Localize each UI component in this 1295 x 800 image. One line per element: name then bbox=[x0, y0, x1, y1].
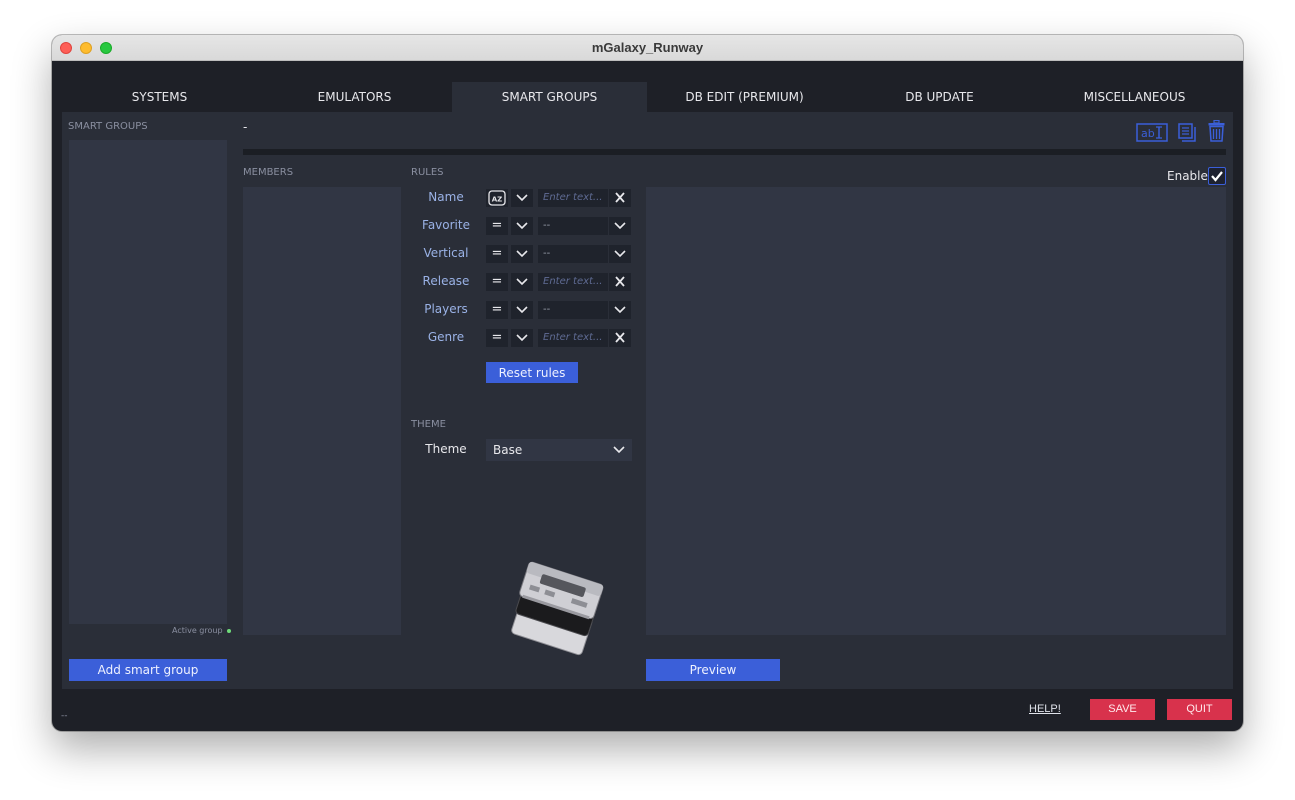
add-smart-group-button[interactable]: Add smart group bbox=[69, 659, 227, 681]
smart-groups-list[interactable] bbox=[69, 140, 227, 624]
group-name: - bbox=[243, 120, 248, 134]
tab-systems[interactable]: SYSTEMS bbox=[62, 82, 257, 112]
smart-groups-header: SMART GROUPS bbox=[68, 121, 148, 132]
chevron-down-icon[interactable] bbox=[511, 189, 533, 207]
chevron-down-icon[interactable] bbox=[511, 245, 533, 263]
rule-operator-release[interactable]: = bbox=[486, 273, 508, 291]
tab-miscellaneous[interactable]: MISCELLANEOUS bbox=[1037, 82, 1232, 112]
rule-operator-vertical[interactable]: = bbox=[486, 245, 508, 263]
rule-operator-genre[interactable]: = bbox=[486, 329, 508, 347]
rule-operator-players[interactable]: = bbox=[486, 301, 508, 319]
chevron-down-icon[interactable] bbox=[609, 217, 631, 235]
tab-db-edit[interactable]: DB EDIT (PREMIUM) bbox=[647, 82, 842, 112]
rule-value-name[interactable]: Enter text... bbox=[538, 189, 608, 207]
rename-icon[interactable]: ab bbox=[1136, 123, 1168, 142]
rule-az-operator[interactable]: AZ bbox=[486, 189, 508, 207]
rule-value-vertical[interactable]: -- bbox=[538, 245, 608, 263]
tab-smart-groups[interactable]: SMART GROUPS bbox=[452, 82, 647, 112]
tab-emulators[interactable]: EMULATORS bbox=[257, 82, 452, 112]
theme-label: Theme bbox=[425, 442, 467, 456]
main-tabs: SYSTEMS EMULATORS SMART GROUPS DB EDIT (… bbox=[62, 82, 1233, 112]
enable-checkbox[interactable] bbox=[1208, 167, 1226, 185]
status-text: -- bbox=[61, 711, 68, 721]
chevron-down-icon[interactable] bbox=[609, 301, 631, 319]
duplicate-icon[interactable] bbox=[1177, 122, 1197, 142]
title-bar: mGalaxy_Runway bbox=[52, 35, 1243, 61]
preview-panel bbox=[646, 187, 1226, 635]
chevron-down-icon[interactable] bbox=[511, 329, 533, 347]
trash-icon[interactable] bbox=[1208, 119, 1225, 142]
clear-icon[interactable] bbox=[609, 329, 631, 347]
reset-rules-button[interactable]: Reset rules bbox=[486, 362, 578, 383]
rule-label-release: Release bbox=[422, 274, 470, 288]
active-group-indicator: Active group bbox=[172, 626, 231, 635]
rule-label-vertical: Vertical bbox=[423, 246, 469, 260]
svg-text:ab: ab bbox=[1141, 127, 1155, 140]
clear-icon[interactable] bbox=[609, 273, 631, 291]
window-title: mGalaxy_Runway bbox=[591, 40, 704, 55]
chevron-down-icon bbox=[613, 446, 625, 454]
chevron-down-icon[interactable] bbox=[511, 273, 533, 291]
help-link[interactable]: HELP! bbox=[1029, 703, 1061, 715]
rule-value-players[interactable]: -- bbox=[538, 301, 608, 319]
rule-value-release[interactable]: Enter text... bbox=[538, 273, 608, 291]
members-header: MEMBERS bbox=[243, 167, 294, 178]
group-name-divider bbox=[243, 149, 1226, 155]
active-group-dot bbox=[226, 628, 231, 633]
chevron-down-icon[interactable] bbox=[609, 245, 631, 263]
chevron-down-icon[interactable] bbox=[511, 301, 533, 319]
clear-icon[interactable] bbox=[609, 189, 631, 207]
rule-label-players: Players bbox=[424, 302, 468, 316]
theme-value: Base bbox=[493, 443, 523, 457]
active-group-label: Active group bbox=[172, 626, 223, 635]
preview-button[interactable]: Preview bbox=[646, 659, 780, 681]
rules-header: RULES bbox=[411, 167, 444, 178]
enable-label: Enable bbox=[1167, 169, 1208, 183]
tab-db-update[interactable]: DB UPDATE bbox=[842, 82, 1037, 112]
console-icon bbox=[502, 550, 612, 660]
rule-value-genre[interactable]: Enter text... bbox=[538, 329, 608, 347]
rule-label-favorite: Favorite bbox=[422, 218, 470, 232]
members-list[interactable] bbox=[243, 187, 401, 635]
rule-value-favorite[interactable]: -- bbox=[538, 217, 608, 235]
smart-groups-page: SMART GROUPS Active group Add smart grou… bbox=[62, 112, 1233, 689]
rule-label-name: Name bbox=[428, 190, 464, 204]
app-window: mGalaxy_Runway SYSTEMS EMULATORS SMART G… bbox=[52, 35, 1243, 731]
theme-select[interactable]: Base bbox=[486, 439, 632, 461]
save-button[interactable]: SAVE bbox=[1090, 699, 1155, 720]
checkmark-icon bbox=[1211, 171, 1223, 182]
rule-label-genre: Genre bbox=[427, 330, 465, 344]
rule-operator-favorite[interactable]: = bbox=[486, 217, 508, 235]
theme-header: THEME bbox=[411, 419, 446, 430]
chevron-down-icon[interactable] bbox=[511, 217, 533, 235]
quit-button[interactable]: QUIT bbox=[1167, 699, 1232, 720]
rule-operator-name: AZ bbox=[492, 196, 503, 204]
